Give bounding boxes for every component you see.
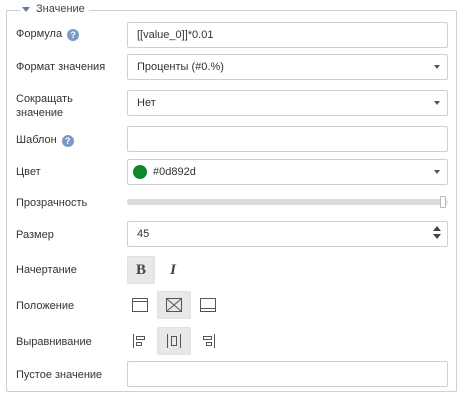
align-left-button[interactable]	[126, 327, 154, 355]
chevron-down-icon	[434, 101, 440, 105]
align-right-button[interactable]	[194, 327, 222, 355]
value-format-select[interactable]: Проценты (#0.%)	[127, 54, 448, 80]
shorten-label: Сокращать значение	[16, 93, 73, 119]
shorten-select[interactable]: Нет	[127, 90, 448, 116]
empty-value-input[interactable]	[127, 361, 448, 387]
align-center-button[interactable]	[157, 327, 191, 355]
chevron-down-icon	[434, 170, 440, 174]
alignment-buttons	[126, 327, 222, 355]
value-format-selected: Проценты (#0.%)	[137, 61, 224, 73]
opacity-slider-thumb[interactable]	[440, 196, 446, 208]
opacity-slider-fill	[127, 199, 443, 205]
color-select[interactable]: #0d892d	[127, 159, 448, 185]
top-position-icon	[132, 298, 148, 312]
italic-icon: I	[170, 261, 176, 278]
collapse-triangle-icon[interactable]	[22, 6, 30, 12]
position-center-button[interactable]	[157, 291, 191, 319]
template-label-text: Шаблон	[16, 134, 57, 146]
color-swatch	[133, 165, 147, 179]
value-format-label: Формат значения	[16, 61, 106, 73]
align-left-icon	[133, 334, 145, 348]
formula-label: Формула?	[16, 27, 80, 41]
stepper-arrows[interactable]	[433, 226, 441, 239]
formula-label-text: Формула	[16, 28, 63, 40]
alignment-label: Выравнивание	[16, 336, 92, 348]
stepper-up-icon[interactable]	[433, 226, 441, 231]
chevron-down-icon	[434, 65, 440, 69]
position-label: Положение	[16, 300, 75, 312]
size-value: 45	[137, 228, 150, 240]
color-value: #0d892d	[153, 166, 196, 178]
opacity-label: Прозрачность	[16, 197, 88, 209]
formula-value: [[value_0]]*0.01	[137, 29, 214, 41]
italic-button[interactable]: I	[159, 256, 187, 284]
font-style-buttons: B I	[127, 256, 187, 284]
font-style-label: Начертание	[16, 264, 77, 276]
help-icon[interactable]: ?	[67, 29, 80, 41]
stepper-down-icon[interactable]	[433, 234, 441, 239]
bold-button[interactable]: B	[127, 256, 155, 284]
position-bottom-button[interactable]	[194, 291, 222, 319]
formula-input[interactable]: [[value_0]]*0.01	[127, 22, 448, 48]
empty-value-label: Пустое значение	[16, 369, 103, 381]
template-label: Шаблон?	[16, 133, 74, 147]
bottom-position-icon	[200, 298, 216, 312]
center-position-icon	[166, 298, 182, 312]
align-center-icon	[167, 334, 181, 348]
shorten-selected: Нет	[137, 97, 156, 109]
section-title: Значение	[36, 3, 85, 15]
help-icon[interactable]: ?	[61, 135, 74, 147]
position-top-button[interactable]	[126, 291, 154, 319]
template-input[interactable]	[127, 126, 448, 152]
opacity-slider[interactable]	[127, 196, 448, 208]
align-right-icon	[203, 334, 215, 348]
section-legend[interactable]: Значение	[20, 3, 89, 15]
bold-icon: B	[135, 261, 146, 278]
size-stepper[interactable]: 45	[127, 221, 448, 247]
size-label: Размер	[16, 229, 54, 241]
color-label: Цвет	[16, 166, 41, 178]
position-buttons	[126, 291, 222, 319]
